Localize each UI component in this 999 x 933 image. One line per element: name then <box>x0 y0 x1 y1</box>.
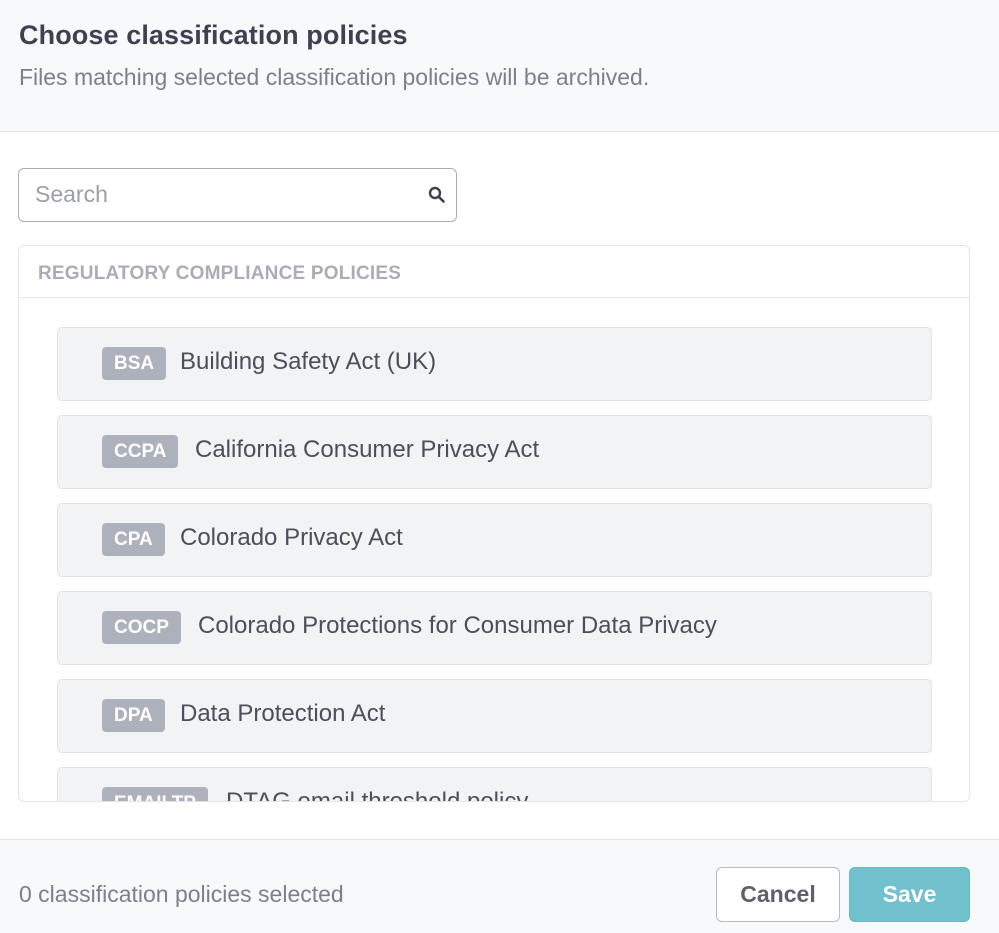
policy-label: Data Protection Act <box>180 700 386 727</box>
dialog-subtitle: Files matching selected classification p… <box>19 64 650 90</box>
policy-badge: COCP <box>102 611 181 644</box>
policy-list[interactable]: BSA Building Safety Act (UK) CCPA Califo… <box>57 327 932 802</box>
policy-item-cocp[interactable]: COCP Colorado Protections for Consumer D… <box>57 591 932 665</box>
policy-item-ccpa[interactable]: CCPA California Consumer Privacy Act <box>57 415 932 489</box>
policy-badge: EMAILTP <box>102 787 208 801</box>
group-label: REGULATORY COMPLIANCE POLICIES <box>38 263 402 284</box>
selected-count: 0 classification policies selected <box>19 881 344 907</box>
dialog-footer: 0 classification policies selected Cance… <box>0 839 999 933</box>
policy-badge: BSA <box>102 347 167 380</box>
policy-badge: CCPA <box>102 435 179 468</box>
policy-item-cpa[interactable]: CPA Colorado Privacy Act <box>57 503 932 577</box>
policy-label: Building Safety Act (UK) <box>180 348 437 375</box>
policy-list-panel: REGULATORY COMPLIANCE POLICIES BSA Build… <box>18 245 970 802</box>
policy-label: DTAG email threshold policy <box>226 788 529 802</box>
cancel-button[interactable]: Cancel <box>716 867 840 922</box>
policy-badge: CPA <box>102 523 165 556</box>
policy-item-dpa[interactable]: DPA Data Protection Act <box>57 679 932 753</box>
policy-item-emailtp[interactable]: EMAILTP DTAG email threshold policy <box>57 767 932 802</box>
save-button[interactable]: Save <box>849 867 970 922</box>
dialog-header: Choose classification policies Files mat… <box>0 0 999 132</box>
policy-item-bsa[interactable]: BSA Building Safety Act (UK) <box>57 327 932 401</box>
dialog-title: Choose classification policies <box>19 20 408 50</box>
search-input[interactable] <box>35 169 415 220</box>
group-header: REGULATORY COMPLIANCE POLICIES <box>19 246 969 298</box>
policy-badge: DPA <box>102 699 165 732</box>
policy-label: Colorado Privacy Act <box>180 524 403 551</box>
policy-label: California Consumer Privacy Act <box>195 436 540 463</box>
classification-policies-dialog: Choose classification policies Files mat… <box>0 0 999 933</box>
search-box <box>18 168 457 222</box>
policy-label: Colorado Protections for Consumer Data P… <box>198 612 717 639</box>
search-icon[interactable] <box>428 186 446 204</box>
